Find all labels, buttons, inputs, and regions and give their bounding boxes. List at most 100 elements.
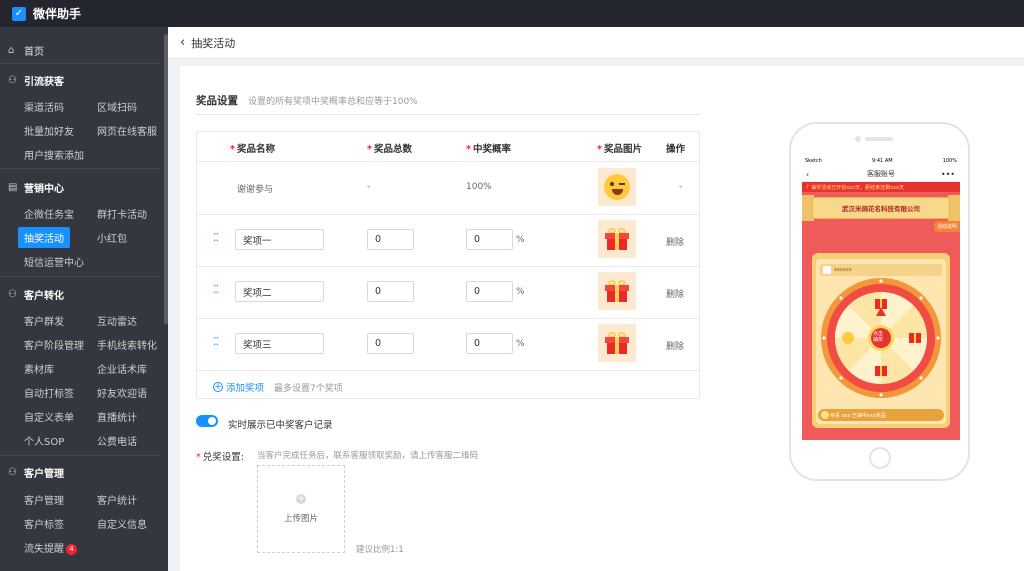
drag-handle-icon[interactable]: ⁚⁚ (213, 336, 221, 347)
sidebar-item-region-scan[interactable]: 区域扫码 (97, 99, 137, 114)
sidebar-item-batch-add[interactable]: 批量加好友 (24, 123, 74, 138)
prize-total-input[interactable]: 0 (367, 333, 414, 354)
sidebar-item-churn[interactable]: 流失提醒 4 (24, 540, 77, 555)
sidebar-divider (0, 63, 160, 64)
prize-prob-input[interactable]: 0 (466, 229, 513, 250)
bell-icon: ♪ (806, 184, 810, 190)
phone-screen: Sketch 9:41 AM 100% ‹ 客服账号 ••• ♪ 抽奖活动已开始x… (802, 155, 960, 440)
prize-image[interactable] (598, 272, 636, 310)
sidebar-item-sms[interactable]: 短信运营中心 (24, 254, 84, 269)
sidebar-item-home[interactable]: ⌂ 首页 (8, 43, 44, 58)
prize-total-input[interactable]: 0 (367, 229, 414, 250)
lottery-page: ♪ 抽奖活动已开始xxx天，距结束还剩xxx天 武汉米阔花名科技有限公司 活动说明… (802, 182, 960, 440)
delete-button[interactable]: 删除 (666, 339, 684, 352)
sidebar-item-auto-tag[interactable]: 自动打标签 (24, 385, 74, 400)
phone-preview: Sketch 9:41 AM 100% ‹ 客服账号 ••• ♪ 抽奖活动已开始x… (789, 122, 970, 481)
drag-handle-icon[interactable]: ⁚⁚ (213, 232, 221, 243)
app-title: 微伴助手 (33, 7, 82, 21)
percent-sign: % (516, 287, 525, 297)
back-arrow-icon: ‹ (806, 169, 810, 179)
page-header: ‹ 抽奖活动 (168, 27, 1024, 59)
col-header-name: * 奖品名称 (230, 144, 275, 155)
add-prize-button[interactable]: + 添加奖项 (213, 380, 264, 394)
sidebar-item-task[interactable]: 企微任务宝 (24, 206, 74, 221)
carrier: Sketch (805, 158, 822, 164)
sidebar-item-live[interactable]: 直播统计 (97, 409, 137, 424)
sidebar-item-welcome[interactable]: 好友欢迎语 (97, 385, 147, 400)
clock: 9:41 AM (872, 158, 893, 164)
gift-icon (605, 280, 629, 302)
user-icon: ⚇ (8, 289, 17, 300)
prize-name-input[interactable]: 奖项三 (235, 333, 324, 354)
sidebar-section-title: 客户转化 (24, 291, 64, 302)
default-prize-total: - (367, 182, 371, 192)
sidebar-item-custom-info[interactable]: 自定义信息 (97, 516, 147, 531)
calendar-icon: ▤ (8, 182, 18, 193)
sidebar-section-marketing[interactable]: ▤ 营销中心 (8, 180, 64, 195)
row-divider (197, 318, 699, 319)
sidebar-item-material[interactable]: 素材库 (24, 361, 54, 376)
prize-total-input[interactable]: 0 (367, 281, 414, 302)
qr-upload-box[interactable]: + 上传图片 (257, 465, 345, 553)
sidebar-item-redpacket[interactable]: 小红包 (97, 230, 127, 245)
battery: 100% (942, 158, 957, 164)
col-header-image: * 奖品图片 (597, 144, 642, 155)
back-arrow-icon[interactable]: ‹ (180, 35, 185, 50)
sidebar-item-phone-lead[interactable]: 手机线索转化 (97, 337, 157, 352)
sidebar-section-customer[interactable]: ⚇ 客户管理 (8, 465, 64, 480)
phone-camera (855, 136, 861, 142)
realtime-toggle[interactable] (196, 415, 218, 427)
sidebar-section-title: 客户管理 (24, 469, 64, 480)
sidebar-item-customer-tag[interactable]: 客户标签 (24, 516, 64, 531)
col-header-prob: * 中奖概率 (466, 144, 511, 155)
divider (196, 114, 700, 115)
phone-nav-bar: ‹ 客服账号 ••• (802, 167, 960, 182)
app-logo-icon: ✓ (12, 6, 26, 21)
sidebar-divider (0, 276, 160, 277)
phone-speaker (865, 137, 893, 141)
row-divider (197, 214, 699, 215)
sidebar-item-label: 流失提醒 (24, 544, 64, 555)
sidebar-item-phone[interactable]: 公费电话 (97, 433, 137, 448)
sidebar-item-lottery[interactable]: 抽奖活动 (18, 227, 70, 248)
prize-name-input[interactable]: 奖项一 (235, 229, 324, 250)
sidebar-scrollbar[interactable] (164, 34, 168, 324)
prize-image[interactable] (598, 324, 636, 362)
default-prize-image[interactable] (598, 168, 636, 206)
sidebar-item-checkin[interactable]: 群打卡活动 (97, 206, 147, 221)
default-prize-action: - (679, 182, 683, 192)
default-prize-prob: 100% (466, 182, 492, 192)
sidebar-section-conversion[interactable]: ⚇ 客户转化 (8, 287, 64, 302)
phone-home-button (869, 447, 891, 469)
sidebar-item-channel-code[interactable]: 渠道活码 (24, 99, 64, 114)
sidebar-item-radar[interactable]: 互动雷达 (97, 313, 137, 328)
lottery-wheel: 点击 抽奖 (820, 277, 942, 399)
delete-button[interactable]: 删除 (666, 235, 684, 248)
prize-image[interactable] (598, 220, 636, 258)
gift-icon (605, 332, 629, 354)
drag-handle-icon[interactable]: ⁚⁚ (213, 284, 221, 295)
percent-sign: % (516, 339, 525, 349)
draw-button[interactable]: 点击 抽奖 (873, 331, 883, 343)
sidebar-item-group-send[interactable]: 客户群发 (24, 313, 64, 328)
sidebar-item-sop[interactable]: 个人SOP (24, 433, 64, 448)
row-divider (197, 266, 699, 267)
add-prize-hint: 最多设置7个奖项 (274, 383, 343, 394)
sidebar-item-script[interactable]: 企业话术库 (97, 361, 147, 376)
sidebar-section-title: 引流获客 (24, 77, 64, 88)
sidebar-section-lead[interactable]: ⚇ 引流获客 (8, 73, 64, 88)
prize-prob-input[interactable]: 0 (466, 281, 513, 302)
wheel-card: xxxxxx 点击 抽奖 恭喜 xxx 已抽中xxx奖品 (812, 253, 950, 428)
prize-prob-input[interactable]: 0 (466, 333, 513, 354)
sidebar-item-form[interactable]: 自定义表单 (24, 409, 74, 424)
sidebar-item-user-search[interactable]: 用户搜索添加 (24, 147, 84, 162)
sidebar-item-customer-stats[interactable]: 客户统计 (97, 492, 137, 507)
redeem-hint: 当客户完成任务后，联系客服领取奖励，请上传客服二维码 (257, 451, 479, 461)
sidebar-item-stage[interactable]: 客户阶段管理 (24, 337, 84, 352)
sidebar-item-customer-mgmt[interactable]: 客户管理 (24, 492, 64, 507)
churn-count-badge: 4 (66, 543, 77, 555)
delete-button[interactable]: 删除 (666, 287, 684, 300)
prize-name-input[interactable]: 奖项二 (235, 281, 324, 302)
sidebar-item-web-service[interactable]: 网页在线客服 (97, 123, 157, 138)
page-title[interactable]: 抽奖活动 (191, 35, 235, 51)
